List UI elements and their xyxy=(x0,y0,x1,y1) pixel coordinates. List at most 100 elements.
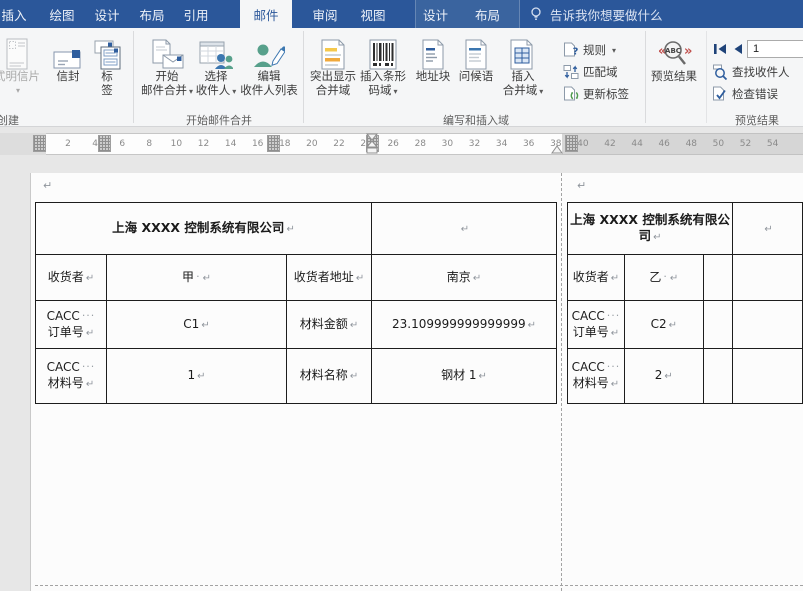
insert-merge-field-button[interactable]: 插入 合并域 ▾ xyxy=(498,34,548,106)
group-label-preview-results: 预览结果 xyxy=(735,114,779,127)
greeting-line-icon xyxy=(464,34,488,70)
tab-insert[interactable]: 插入 xyxy=(0,0,35,28)
ruler-number: 28 xyxy=(414,139,427,149)
previous-record-button[interactable] xyxy=(730,41,746,57)
highlight-merge-fields-button[interactable]: 突出显示 合并域 xyxy=(306,34,360,106)
group-separator xyxy=(706,31,707,123)
material-label-cell[interactable]: CACC ··· 材料号 ↵ xyxy=(35,348,107,404)
start-mail-merge-icon xyxy=(150,34,184,70)
tab-design[interactable]: 设计 xyxy=(86,0,128,28)
first-record-button[interactable] xyxy=(712,41,728,57)
check-errors-button[interactable]: 检查错误 xyxy=(712,85,778,103)
tab-references[interactable]: 引用 xyxy=(175,0,217,28)
svg-text:»: » xyxy=(684,44,692,59)
address-label-cell[interactable] xyxy=(702,254,734,301)
material-name-label-cell[interactable]: 材料名称 ↵ xyxy=(286,348,372,404)
envelope-icon xyxy=(53,34,83,70)
update-labels-icon xyxy=(564,86,579,101)
address-label-cell[interactable]: 收货者地址 ↵ xyxy=(286,254,372,301)
table-column-marker[interactable] xyxy=(565,135,578,152)
find-recipient-icon xyxy=(713,64,728,80)
edit-recipient-list-button[interactable]: 编辑 收件人列表 xyxy=(240,34,298,106)
rules-button[interactable]: ? 规则 ▾ xyxy=(563,41,616,59)
find-recipient-button[interactable]: 查找收件人 xyxy=(712,63,790,81)
match-fields-icon xyxy=(563,65,579,79)
table-column-marker[interactable] xyxy=(267,135,280,152)
start-mail-merge-button[interactable]: 开始 邮件合并 ▾ xyxy=(138,34,196,106)
material-name-label-cell[interactable] xyxy=(702,348,734,404)
address-value-cell[interactable]: 南京 ↵ xyxy=(371,254,557,301)
select-recipients-button[interactable]: 选择 收件人 ▾ xyxy=(190,34,242,106)
material-label-cell[interactable]: CACC ··· 材料号 ↵ xyxy=(567,348,625,404)
address-block-icon xyxy=(421,34,445,70)
update-labels-button[interactable]: 更新标签 xyxy=(563,85,629,103)
group-separator xyxy=(133,31,134,123)
ruler-number: 26 xyxy=(387,139,399,149)
labels-button[interactable]: 标 签 xyxy=(89,34,125,106)
address-value-cell[interactable] xyxy=(732,254,803,301)
ribbon-tab-bar: 插入 绘图 设计 布局 引用 邮件 审阅 视图 设计 布局 告诉我你想要做什么 xyxy=(0,0,803,28)
material-no-cell[interactable]: 2 ↵ xyxy=(623,348,704,404)
material-no-cell[interactable]: 1 ↵ xyxy=(106,348,287,404)
svg-text:?: ? xyxy=(573,47,579,58)
material-name-cell[interactable]: 钢材 1 ↵ xyxy=(371,348,557,404)
ruler-number: 48 xyxy=(685,139,698,149)
address-block-button[interactable]: 地址块 xyxy=(412,34,454,106)
tab-review[interactable]: 审阅 xyxy=(304,0,346,28)
tab-view[interactable]: 视图 xyxy=(352,0,394,28)
empty-cell[interactable]: ↵ xyxy=(371,202,557,255)
tab-draw[interactable]: 绘图 xyxy=(41,0,83,28)
ruler-numbers: 2468101214161820222426283032343638404244… xyxy=(0,133,803,155)
match-fields-button[interactable]: 匹配域 xyxy=(563,63,618,81)
chinese-postcard-button[interactable]: 式明信片 ▾ xyxy=(0,34,48,106)
barcode-icon xyxy=(369,34,397,70)
left-indent-marker[interactable] xyxy=(366,133,378,155)
order-no-cell[interactable]: C1 ↵ xyxy=(106,300,287,349)
right-indent-marker[interactable] xyxy=(551,133,563,155)
ruler-number: 54 xyxy=(766,139,779,149)
amount-label-cell[interactable] xyxy=(702,300,734,349)
document-page[interactable]: ↵ ↵ 上海 XXXX 控制系统有限公司 ↵ ↵ 收货者 ↵ 甲 · ↵ 收货者地址 ↵ … xyxy=(31,173,803,591)
horizontal-ruler[interactable]: 2468101214161820222426283032343638404244… xyxy=(0,133,803,155)
consignee-value-cell[interactable]: 乙 · ↵ xyxy=(623,254,704,301)
check-errors-icon xyxy=(713,86,726,101)
tell-me-label: 告诉我你想要做什么 xyxy=(550,7,663,23)
amount-value-cell[interactable] xyxy=(732,300,803,349)
insert-barcode-field-button[interactable]: 插入条形 码域 ▾ xyxy=(358,34,408,106)
order-label-cell[interactable]: CACC ··· 订单号 ↵ xyxy=(567,300,625,349)
consignee-label-cell[interactable]: 收货者 ↵ xyxy=(567,254,625,301)
table-column-marker[interactable] xyxy=(98,135,111,152)
empty-cell[interactable]: ↵ xyxy=(732,202,803,255)
tab-mailings-active[interactable]: 邮件 xyxy=(240,0,292,28)
preview-results-button[interactable]: « » ABC 预览结果 xyxy=(648,34,700,106)
rules-icon: ? xyxy=(564,42,579,58)
merge-label-table-1: 上海 XXXX 控制系统有限公司 ↵ ↵ 收货者 ↵ 甲 · ↵ 收货者地址 ↵ 南京 ↵ … xyxy=(35,202,557,404)
material-name-cell[interactable] xyxy=(732,348,803,404)
tab-layout[interactable]: 布局 xyxy=(131,0,173,28)
ruler-number: 44 xyxy=(631,139,643,149)
record-number-input[interactable] xyxy=(747,40,803,58)
table-column-marker[interactable] xyxy=(33,135,46,152)
tab-table-layout[interactable]: 布局 xyxy=(467,0,508,28)
ruler-number: 42 xyxy=(604,139,616,149)
group-separator xyxy=(645,31,646,123)
greeting-line-button[interactable]: 问候语 xyxy=(456,34,496,106)
consignee-value-cell[interactable]: 甲 · ↵ xyxy=(106,254,287,301)
amount-value-cell[interactable]: 23.109999999999999 ↵ xyxy=(371,300,557,349)
amount-label-cell[interactable]: 材料金额 ↵ xyxy=(286,300,372,349)
company-cell[interactable]: 上海 XXXX 控制系统有限公司 ↵ xyxy=(35,202,372,255)
consignee-label-cell[interactable]: 收货者 ↵ xyxy=(35,254,107,301)
select-recipients-icon xyxy=(199,34,233,70)
order-no-cell[interactable]: C2 ↵ xyxy=(623,300,704,349)
label-grid-vertical-boundary xyxy=(561,173,562,591)
ruler-number: 10 xyxy=(170,139,183,149)
lightbulb-icon xyxy=(531,7,541,20)
paragraph-mark: ↵ xyxy=(43,179,53,192)
order-label-cell[interactable]: CACC ··· 订单号 ↵ xyxy=(35,300,107,349)
tell-me-box[interactable]: 告诉我你想要做什么 xyxy=(528,0,663,28)
ruler-number: 40 xyxy=(577,139,589,149)
envelopes-button[interactable]: 信封 xyxy=(49,34,87,106)
company-cell[interactable]: 上海 XXXX 控制系统有限公司 ↵ xyxy=(566,202,734,255)
tab-table-design[interactable]: 设计 xyxy=(415,0,456,28)
postcard-icon xyxy=(6,34,28,70)
